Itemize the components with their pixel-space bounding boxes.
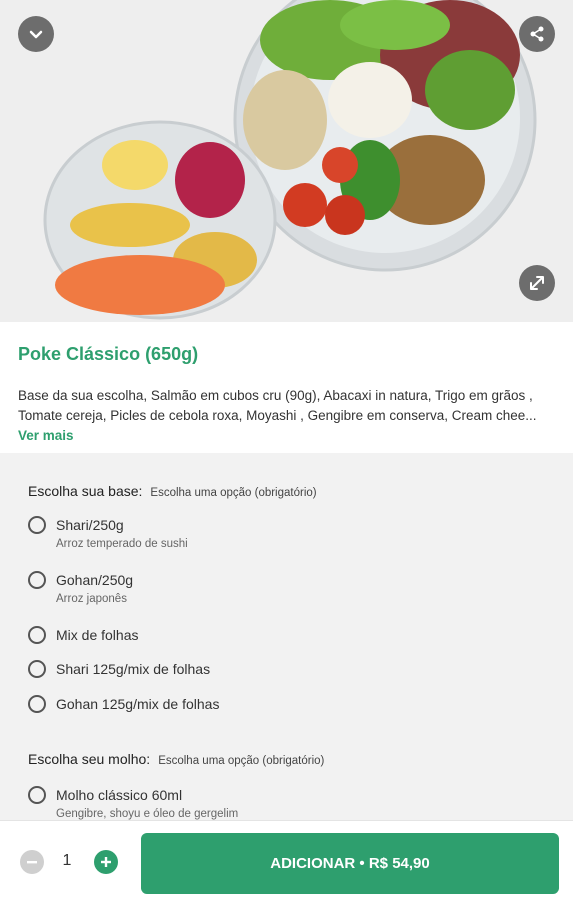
option-molho-classico[interactable]: Molho clássico 60ml Gengibre, shoyu e ól… [28,785,238,820]
product-info: Poke Clássico (650g) Base da sua escolha… [0,322,573,453]
radio-button[interactable] [28,660,46,678]
decrease-quantity-button[interactable] [20,850,44,874]
option-label: Shari/250g [56,517,124,533]
expand-icon [530,276,544,290]
option-shari-250g[interactable]: Shari/250g Arroz temperado de sushi [28,515,188,550]
chevron-down-icon [29,30,43,39]
options-panel: Escolha sua base: Escolha uma opção (obr… [0,453,573,820]
group-title: Escolha seu molho: [28,751,151,767]
option-label: Gohan/250g [56,572,134,588]
radio-button[interactable] [28,786,46,804]
expand-image-button[interactable] [519,265,555,301]
group-subtitle: Escolha uma opção (obrigatório) [150,487,317,499]
description-text: Base da sua escolha, Salmão em cubos cru… [18,388,537,423]
group-subtitle: Escolha uma opção (obrigatório) [158,755,325,767]
radio-button[interactable] [28,516,46,534]
radio-button[interactable] [28,571,46,589]
option-description: Arroz temperado de sushi [56,538,188,550]
sauce-group-header: Escolha seu molho: Escolha uma opção (ob… [28,751,324,767]
option-mix-de-folhas[interactable]: Mix de folhas [28,625,138,645]
quantity-value: 1 [62,852,72,869]
option-description: Arroz japonês [56,593,127,605]
radio-button[interactable] [28,695,46,713]
radio-button[interactable] [28,626,46,644]
minus-icon [27,861,37,864]
option-label: Gohan 125g/mix de folhas [56,696,220,712]
share-icon [530,26,544,42]
base-group-header: Escolha sua base: Escolha uma opção (obr… [28,483,317,499]
cart-footer: 1 ADICIONAR • R$ 54,90 [0,820,573,900]
back-button[interactable] [18,16,54,52]
product-title: Poke Clássico (650g) [18,344,199,364]
poke-bowl-photo [43,0,537,320]
option-label: Shari 125g/mix de folhas [56,661,211,677]
see-more-link[interactable]: Ver mais [18,428,74,443]
share-button[interactable] [519,16,555,52]
increase-quantity-button[interactable] [94,850,118,874]
option-description: Gengibre, shoyu e óleo de gergelim [56,808,239,820]
product-image [0,0,573,322]
product-description: Base da sua escolha, Salmão em cubos cru… [18,386,558,446]
group-title: Escolha sua base: [28,483,143,499]
option-gohan-250g[interactable]: Gohan/250g Arroz japonês [28,570,133,605]
option-label: Mix de folhas [56,627,139,643]
add-to-cart-button[interactable]: ADICIONAR • R$ 54,90 [141,833,559,894]
plus-icon [101,857,111,867]
option-gohan-125g-mix[interactable]: Gohan 125g/mix de folhas [28,694,219,714]
option-label: Molho clássico 60ml [56,787,183,803]
option-shari-125g-mix[interactable]: Shari 125g/mix de folhas [28,659,210,679]
